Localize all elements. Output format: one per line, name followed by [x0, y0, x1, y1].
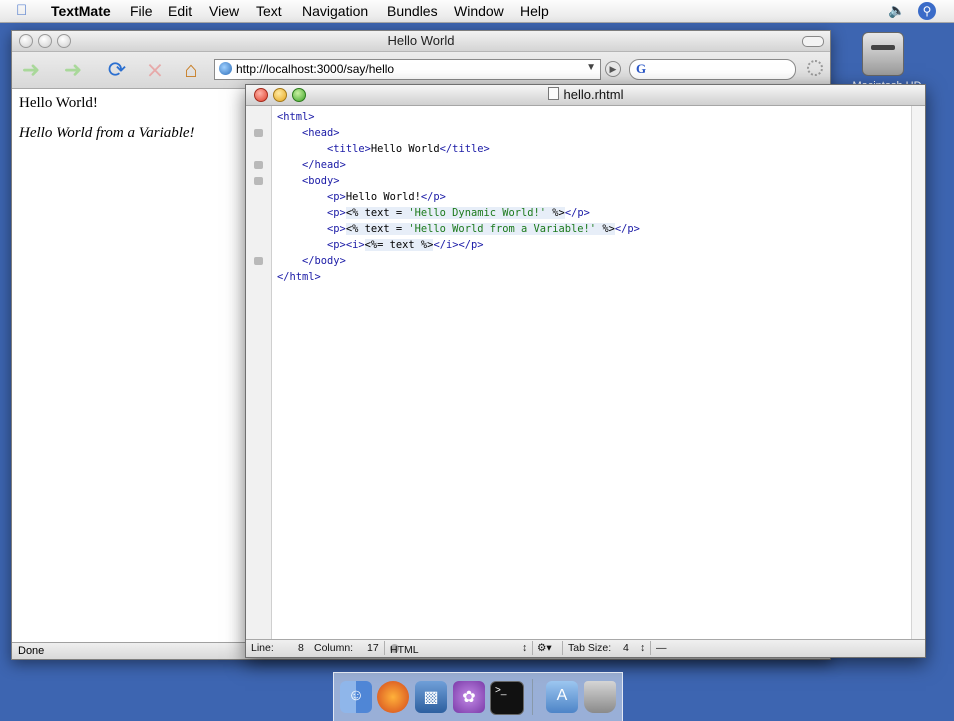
- page-heading-text: Hello World!: [19, 95, 98, 111]
- menu-text[interactable]: Text: [256, 3, 282, 19]
- url-field[interactable]: http://localhost:3000/say/hello ▼: [214, 59, 601, 80]
- code-line[interactable]: </head>: [277, 157, 911, 173]
- textmate-icon[interactable]: ✿: [453, 681, 485, 713]
- go-button[interactable]: ▶: [605, 61, 621, 77]
- menu-textmate[interactable]: TextMate: [51, 3, 111, 19]
- preview-icon[interactable]: ▩: [415, 681, 447, 713]
- url-dropdown-icon[interactable]: ▼: [586, 62, 596, 73]
- reload-icon[interactable]: ⟳: [104, 57, 130, 83]
- language-label: HTML: [390, 644, 419, 656]
- editor-window: hello.rhtml <html> <head> <title>Hello W…: [245, 84, 926, 658]
- menu-file[interactable]: File: [130, 3, 153, 19]
- home-icon[interactable]: ⌂: [178, 57, 204, 83]
- spotlight-icon[interactable]: ⚲: [918, 2, 936, 20]
- code-line[interactable]: <p><i><%= text %></i></p>: [277, 237, 911, 253]
- stop-icon[interactable]: ⨯: [142, 57, 168, 83]
- apple-menu-icon[interactable]: : [16, 2, 27, 19]
- editor-title: hello.rhtml: [246, 87, 925, 102]
- hard-drive-icon[interactable]: [862, 32, 904, 76]
- throbber-icon: [807, 60, 823, 76]
- speaker-icon[interactable]: 🔈: [888, 2, 905, 19]
- menu-edit[interactable]: Edit: [168, 3, 192, 19]
- line-value: 8: [298, 642, 304, 654]
- tab-size-value[interactable]: 4: [623, 642, 629, 654]
- tab-size-label: Tab Size:: [568, 642, 612, 654]
- fold-marker-icon[interactable]: [254, 257, 263, 265]
- search-input[interactable]: G: [629, 59, 796, 80]
- tab-size-stepper-icon[interactable]: ↕: [640, 642, 645, 654]
- code-line[interactable]: <p><% text = 'Hello World from a Variabl…: [277, 221, 911, 237]
- column-label: Column:: [314, 642, 354, 654]
- forward-icon[interactable]: ➜: [60, 57, 86, 83]
- finder-icon[interactable]: ☺: [340, 681, 372, 713]
- column-value: 17: [367, 642, 379, 654]
- editor-gutter[interactable]: [246, 106, 272, 639]
- line-label: Line:: [251, 642, 274, 654]
- editor-title-text: hello.rhtml: [563, 87, 624, 102]
- menu-bundles[interactable]: Bundles: [387, 3, 438, 19]
- code-line[interactable]: </body>: [277, 253, 911, 269]
- page-italic-text: Hello World from a Variable!: [19, 125, 195, 141]
- code-line[interactable]: <body>: [277, 173, 911, 189]
- code-line[interactable]: <html>: [277, 109, 911, 125]
- browser-title: Hello World: [387, 33, 455, 48]
- fold-marker-icon[interactable]: [254, 129, 263, 137]
- status-text: Done: [18, 645, 45, 657]
- code-line[interactable]: <head>: [277, 125, 911, 141]
- menu-navigation[interactable]: Navigation: [302, 3, 368, 19]
- menu-window[interactable]: Window: [454, 3, 504, 19]
- applications-icon[interactable]: A: [546, 681, 578, 713]
- menu-bar:  TextMate File Edit View Text Navigatio…: [0, 0, 954, 23]
- editor-titlebar[interactable]: hello.rhtml: [246, 85, 925, 106]
- fold-marker-icon[interactable]: [254, 177, 263, 185]
- dock: ☺ ▩ ✿ >_ A: [333, 672, 623, 721]
- terminal-icon[interactable]: >_: [490, 681, 524, 715]
- code-line[interactable]: <title>Hello World</title>: [277, 141, 911, 157]
- toolbar-toggle-button[interactable]: [802, 36, 824, 47]
- code-line[interactable]: <p>Hello World!</p>: [277, 189, 911, 205]
- editor-statusbar: Line: 8 Column: 17 HTML ↕ ⚙▾ Tab Size: 4…: [246, 639, 925, 657]
- menu-help[interactable]: Help: [520, 3, 549, 19]
- code-line[interactable]: </html>: [277, 269, 911, 285]
- globe-icon: [219, 62, 232, 75]
- search-engine-icon[interactable]: G: [636, 61, 646, 77]
- symbol-popup[interactable]: —: [656, 642, 667, 654]
- language-stepper-icon[interactable]: ↕: [522, 642, 527, 654]
- browser-titlebar[interactable]: Hello World: [12, 31, 830, 52]
- fold-marker-icon[interactable]: [254, 161, 263, 169]
- document-icon: [547, 87, 559, 100]
- firefox-icon[interactable]: [377, 681, 409, 713]
- code-editor[interactable]: <html> <head> <title>Hello World</title>…: [277, 109, 911, 639]
- trash-icon[interactable]: [584, 681, 616, 713]
- menu-view[interactable]: View: [209, 3, 239, 19]
- url-text: http://localhost:3000/say/hello: [236, 62, 395, 76]
- gear-icon[interactable]: ⚙▾: [537, 642, 552, 654]
- dock-divider: [532, 679, 533, 715]
- code-line[interactable]: <p><% text = 'Hello Dynamic World!' %></…: [277, 205, 911, 221]
- vertical-scrollbar[interactable]: [911, 106, 925, 639]
- back-icon[interactable]: ➜: [18, 57, 44, 83]
